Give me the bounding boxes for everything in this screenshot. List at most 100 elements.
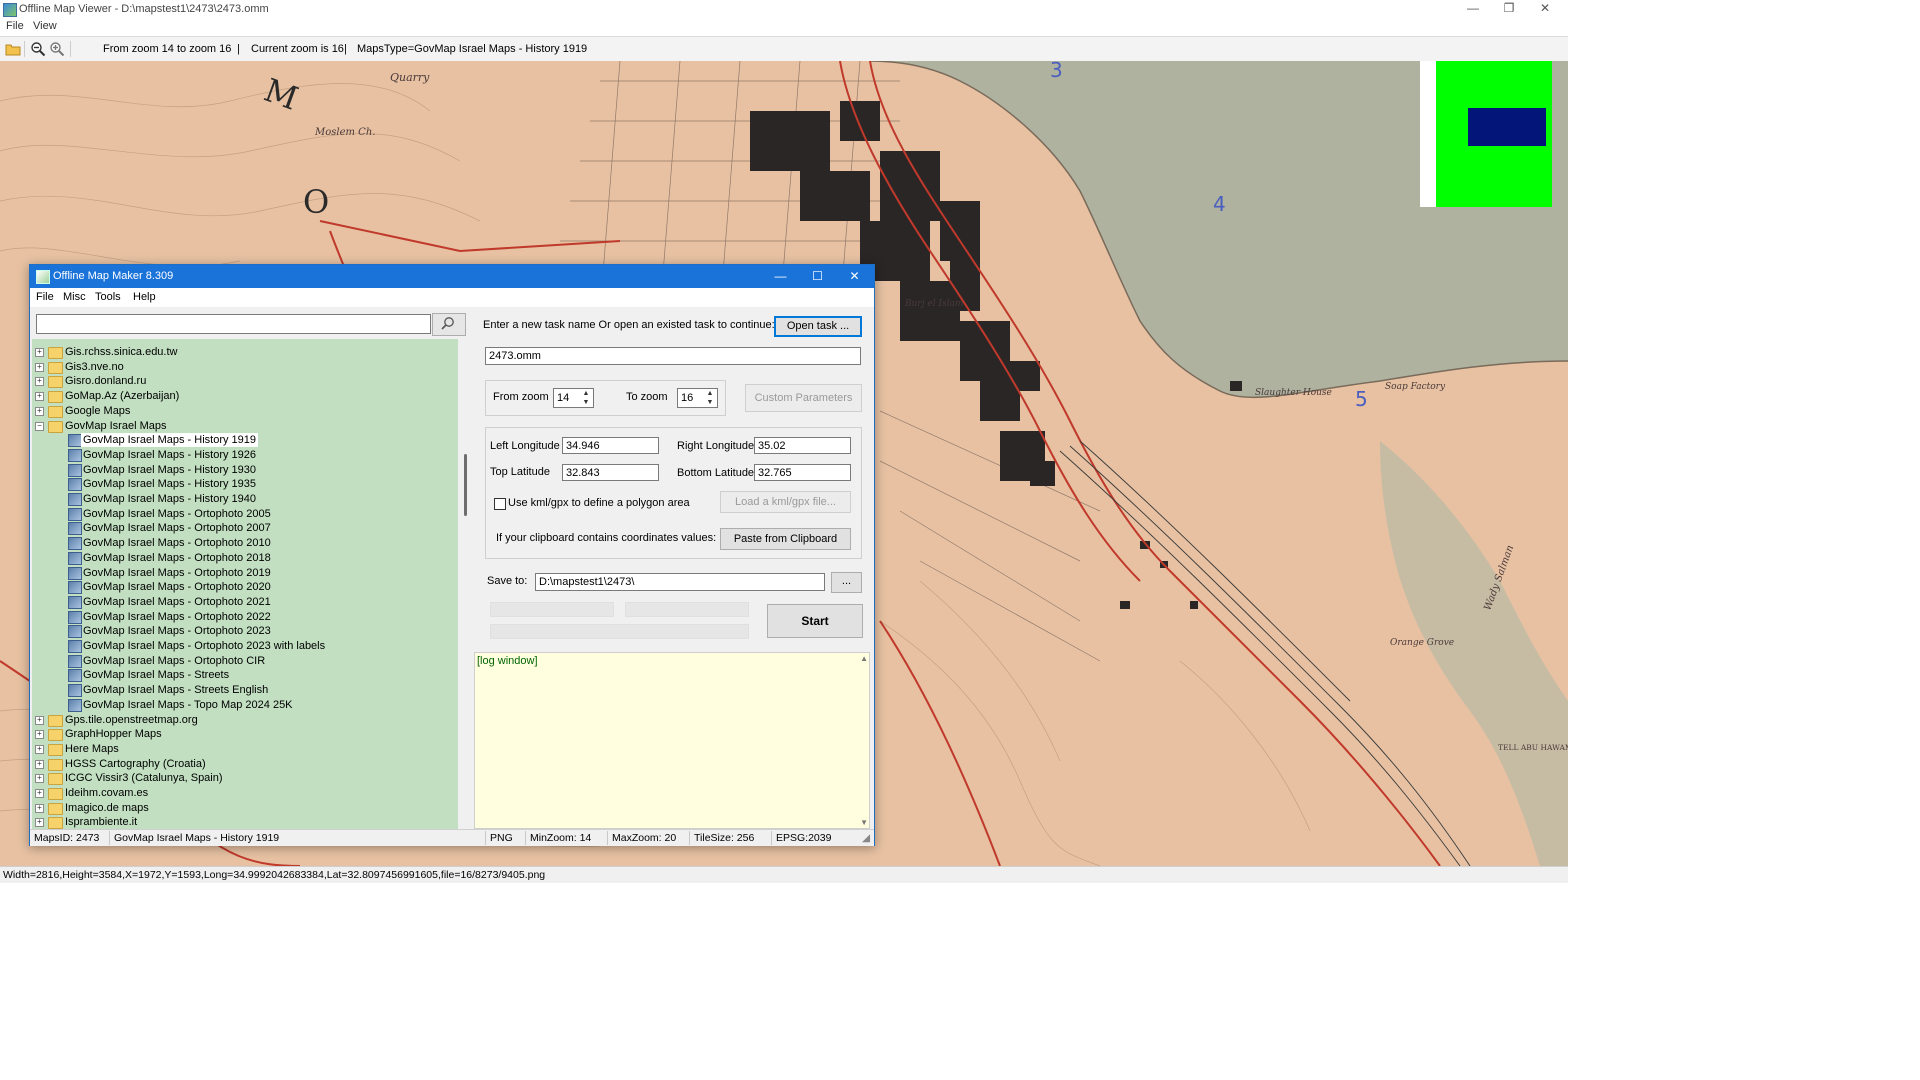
map-layer-icon — [68, 537, 82, 551]
tree-item-label: Isprambiente.it — [65, 816, 138, 829]
status-separator — [771, 831, 772, 845]
maps-id-status: MapsID: 2473 — [34, 832, 100, 844]
resize-grip-icon[interactable]: ◢ — [862, 832, 870, 844]
close-button[interactable]: ✕ — [1522, 0, 1568, 18]
load-kml-button[interactable]: Load a kml/gpx file... — [720, 491, 851, 513]
top-latitude-label: Top Latitude — [490, 466, 550, 478]
svg-text:O: O — [303, 183, 329, 221]
status-separator — [689, 831, 690, 845]
kml-checkbox[interactable] — [494, 498, 506, 510]
folder-icon — [48, 376, 63, 389]
maps-list-pane: + Gis.rchss.sinica.edu.tw + Gis3.nve.no + Gis… — [30, 307, 473, 829]
tree-item-label: GovMap Israel Maps - Ortophoto 2023 — [83, 625, 271, 638]
right-longitude-input[interactable]: 35.02 — [754, 437, 851, 454]
viewer-status-text: Width=2816,Height=3584,X=1972,Y=1593,Lon… — [3, 869, 546, 881]
expand-icon[interactable]: + — [35, 406, 44, 416]
zoom-range-text: From zoom 14 to zoom 16 — [103, 43, 232, 55]
dialog-menu-tools[interactable]: Tools — [95, 291, 121, 303]
log-window[interactable]: [log window] ▲ ▼ — [474, 652, 870, 829]
search-button[interactable] — [432, 313, 466, 336]
dialog-title-bar: Offline Map Maker 8.309 — ☐ ✕ — [30, 265, 874, 288]
start-button[interactable]: Start — [767, 604, 863, 638]
tree-item-label: Ideihm.covam.es — [65, 787, 149, 799]
map-label: Soap Factory — [1385, 382, 1446, 392]
tree-item-label: Here Maps — [65, 742, 119, 755]
toolbar-separator — [70, 41, 71, 57]
maps-type-text: MapsType=GovMap Israel Maps - History 19… — [357, 43, 588, 55]
tree-item-label: GovMap Israel Maps - Streets — [83, 669, 230, 682]
top-latitude-input[interactable]: 32.843 — [562, 464, 659, 481]
window-title: Offline Map Viewer - D:\mapstest1\2473\2… — [19, 3, 269, 15]
progress-bar — [625, 602, 749, 617]
expand-icon[interactable]: + — [35, 362, 44, 372]
expand-icon[interactable]: + — [35, 348, 44, 357]
tree-scrollbar[interactable] — [462, 339, 471, 829]
menu-file[interactable]: File — [6, 20, 24, 32]
expand-icon[interactable]: + — [35, 377, 44, 387]
map-layer-icon — [68, 610, 82, 624]
from-zoom-spinner[interactable]: 14 ▲ ▼ — [553, 388, 594, 408]
menu-bar: File View — [0, 18, 1568, 36]
dialog-menu-help[interactable]: Help — [133, 291, 156, 303]
tree-item-label: GovMap Israel Maps — [65, 419, 167, 432]
scroll-up-icon[interactable]: ▲ — [860, 654, 868, 663]
search-input[interactable] — [36, 314, 431, 334]
folder-icon — [48, 391, 63, 404]
search-icon — [441, 317, 454, 330]
expand-icon[interactable]: + — [35, 392, 44, 402]
minimap[interactable] — [1420, 61, 1552, 207]
zoom-out-icon[interactable] — [30, 41, 46, 57]
left-longitude-label: Left Longitude — [490, 440, 560, 452]
bottom-latitude-input[interactable]: 32.765 — [754, 464, 851, 481]
spinner-up-icon[interactable]: ▲ — [580, 390, 592, 398]
minimap-viewport[interactable] — [1468, 108, 1546, 146]
left-longitude-input[interactable]: 34.946 — [562, 437, 659, 454]
menu-view[interactable]: View — [33, 20, 57, 32]
save-path-input[interactable]: D:\mapstest1\2473\ — [535, 573, 825, 591]
tree-item-label: ICGC Vissir3 (Catalunya, Spain) — [65, 772, 223, 785]
map-layer-icon — [68, 640, 82, 653]
maps-tree[interactable]: + Gis.rchss.sinica.edu.tw + Gis3.nve.no + Gis… — [32, 339, 458, 829]
status-separator — [109, 831, 110, 845]
dialog-menu-file[interactable]: File — [36, 291, 54, 303]
custom-parameters-button[interactable]: Custom Parameters — [745, 384, 862, 412]
expand-icon[interactable]: + — [35, 774, 44, 784]
dialog-maximize-button[interactable]: ☐ — [799, 265, 836, 288]
task-name-input[interactable]: 2473.omm — [485, 347, 861, 365]
epsg-status: EPSG:2039 — [776, 832, 832, 844]
expand-icon[interactable]: + — [35, 744, 44, 754]
zoom-group: From zoom 14 ▲ ▼ To zoom 16 ▲ ▼ — [485, 380, 726, 416]
dialog-app-icon — [36, 270, 50, 284]
expand-icon[interactable]: + — [35, 759, 44, 769]
spinner-down-icon[interactable]: ▼ — [580, 399, 592, 407]
scroll-down-icon[interactable]: ▼ — [860, 818, 868, 827]
tree-item-label: GovMap Israel Maps - History 1919 — [81, 433, 259, 448]
dialog-menu-misc[interactable]: Misc — [63, 291, 86, 303]
map-layer-icon — [68, 698, 82, 712]
to-zoom-spinner[interactable]: 16 ▲ ▼ — [677, 388, 718, 408]
expand-icon[interactable]: + — [35, 789, 44, 798]
spinner-down-icon[interactable]: ▼ — [704, 399, 716, 407]
tree-item-label: GovMap Israel Maps - Ortophoto 2022 — [83, 610, 271, 623]
browse-button[interactable]: ... — [831, 572, 862, 593]
kml-checkbox-label: Use kml/gpx to define a polygon area — [508, 497, 690, 509]
collapse-icon[interactable]: − — [35, 421, 44, 431]
open-folder-icon[interactable] — [5, 41, 21, 57]
zoom-in-icon[interactable] — [49, 41, 65, 57]
dialog-minimize-button[interactable]: — — [762, 265, 799, 288]
expand-icon[interactable]: + — [35, 715, 44, 725]
map-layer-icon — [68, 684, 82, 698]
expand-icon[interactable]: + — [35, 803, 44, 813]
folder-icon — [48, 802, 63, 815]
paste-clipboard-button[interactable]: Paste from Clipboard — [720, 528, 851, 550]
open-task-button[interactable]: Open task ... — [774, 316, 862, 337]
expand-icon[interactable]: + — [35, 818, 44, 828]
map-layer-icon — [68, 478, 82, 492]
bottom-latitude-label: Bottom Latitude — [677, 467, 755, 479]
scrollbar-thumb[interactable] — [464, 454, 467, 516]
folder-icon — [48, 817, 63, 829]
expand-icon[interactable]: + — [35, 730, 44, 740]
dialog-close-button[interactable]: ✕ — [836, 265, 873, 288]
map-layer-icon — [68, 522, 82, 536]
spinner-up-icon[interactable]: ▲ — [704, 390, 716, 398]
